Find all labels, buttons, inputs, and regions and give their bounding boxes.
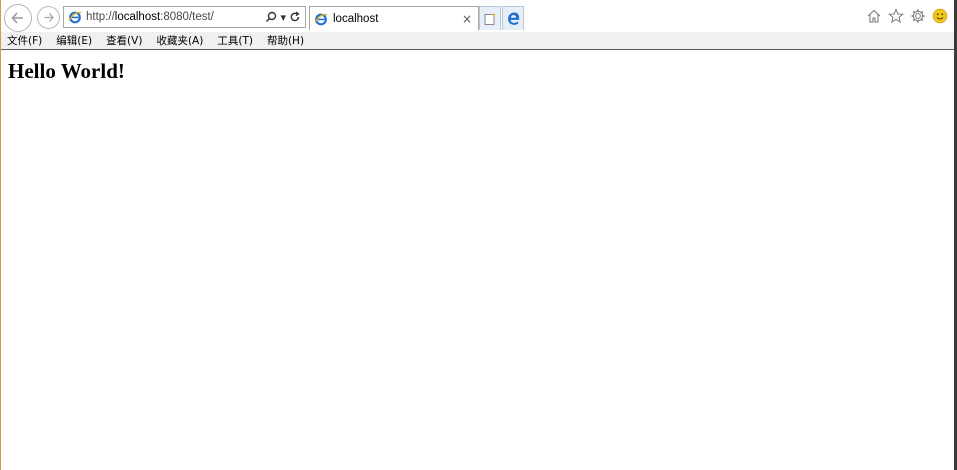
address-tools: ▾ (265, 11, 301, 24)
tab-localhost[interactable]: localhost × (309, 6, 479, 30)
url-host: localhost (114, 11, 161, 23)
menu-tools[interactable]: 工具(T) (217, 33, 253, 48)
ie-icon (67, 9, 83, 25)
forward-arrow-icon (44, 13, 54, 22)
settings-button[interactable] (909, 7, 926, 24)
browser-tools (865, 7, 948, 24)
back-button[interactable] (4, 4, 32, 32)
close-icon[interactable]: × (462, 12, 472, 26)
ie-icon (313, 11, 329, 27)
forward-button[interactable] (37, 6, 60, 29)
address-bar[interactable]: http://localhost:8080/test/ ▾ (63, 6, 306, 28)
refresh-icon[interactable] (289, 11, 301, 23)
search-icon[interactable] (265, 11, 277, 23)
menu-view[interactable]: 查看(V) (106, 33, 142, 48)
back-arrow-icon (11, 12, 23, 24)
menu-bar: 文件(F) 编辑(E) 查看(V) 收藏夹(A) 工具(T) 帮助(H) (1, 32, 954, 50)
url-prefix: http:// (86, 11, 115, 23)
edge-icon (507, 12, 519, 25)
tab-title: localhost (333, 12, 379, 25)
star-icon (887, 7, 904, 23)
feedback-button[interactable] (931, 7, 948, 24)
url-suffix: :8080/test/ (160, 11, 214, 23)
navigation-bar: http://localhost:8080/test/ ▾ localhost … (1, 0, 954, 32)
gear-icon (911, 9, 924, 22)
page-content: Hello World! (1, 51, 954, 470)
new-tab-button[interactable] (479, 6, 501, 30)
page-heading: Hello World! (8, 59, 125, 83)
menu-file[interactable]: 文件(F) (7, 33, 42, 48)
home-icon (867, 9, 880, 23)
favorites-button[interactable] (887, 7, 904, 24)
browser-window: http://localhost:8080/test/ ▾ localhost … (0, 0, 957, 470)
menu-favorites[interactable]: 收藏夹(A) (156, 33, 203, 48)
open-edge-button[interactable] (502, 6, 524, 30)
new-tab-icon (484, 12, 497, 25)
menu-edit[interactable]: 编辑(E) (56, 33, 92, 48)
home-button[interactable] (865, 7, 882, 24)
chevron-down-icon[interactable]: ▾ (280, 11, 286, 24)
smiley-icon (932, 8, 947, 23)
menu-help[interactable]: 帮助(H) (267, 33, 304, 48)
address-url[interactable]: http://localhost:8080/test/ (86, 11, 264, 23)
